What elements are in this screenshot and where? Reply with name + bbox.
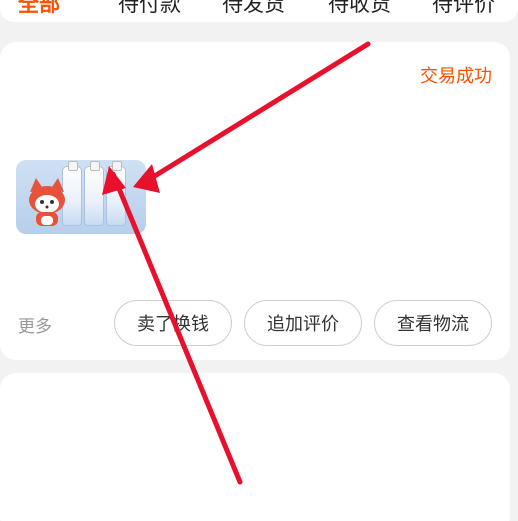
tab-pending-review[interactable]: 待评价: [432, 0, 495, 18]
tab-pending-payment[interactable]: 待付款: [118, 0, 181, 18]
product-thumbnail[interactable]: [16, 160, 146, 234]
tab-pending-receipt[interactable]: 待收货: [328, 0, 391, 18]
add-review-button[interactable]: 追加评价: [244, 300, 362, 346]
order-tab-bar: 全部 待付款 待发货 待收货 待评价: [0, 0, 518, 22]
fox-mascot-icon: [29, 178, 65, 226]
order-status: 交易成功: [420, 66, 492, 87]
next-order-card[interactable]: [0, 373, 510, 521]
product-bottle: [84, 161, 104, 226]
tab-pending-shipment[interactable]: 待发货: [222, 0, 285, 18]
product-bottle: [106, 161, 126, 226]
more-link[interactable]: 更多: [18, 312, 52, 337]
resell-button[interactable]: 卖了换钱: [114, 300, 232, 346]
view-logistics-button[interactable]: 查看物流: [374, 300, 492, 346]
order-card[interactable]: 交易成功 更多 卖了换钱 追加评价 查看物流: [0, 42, 510, 360]
tab-all[interactable]: 全部: [18, 0, 60, 18]
